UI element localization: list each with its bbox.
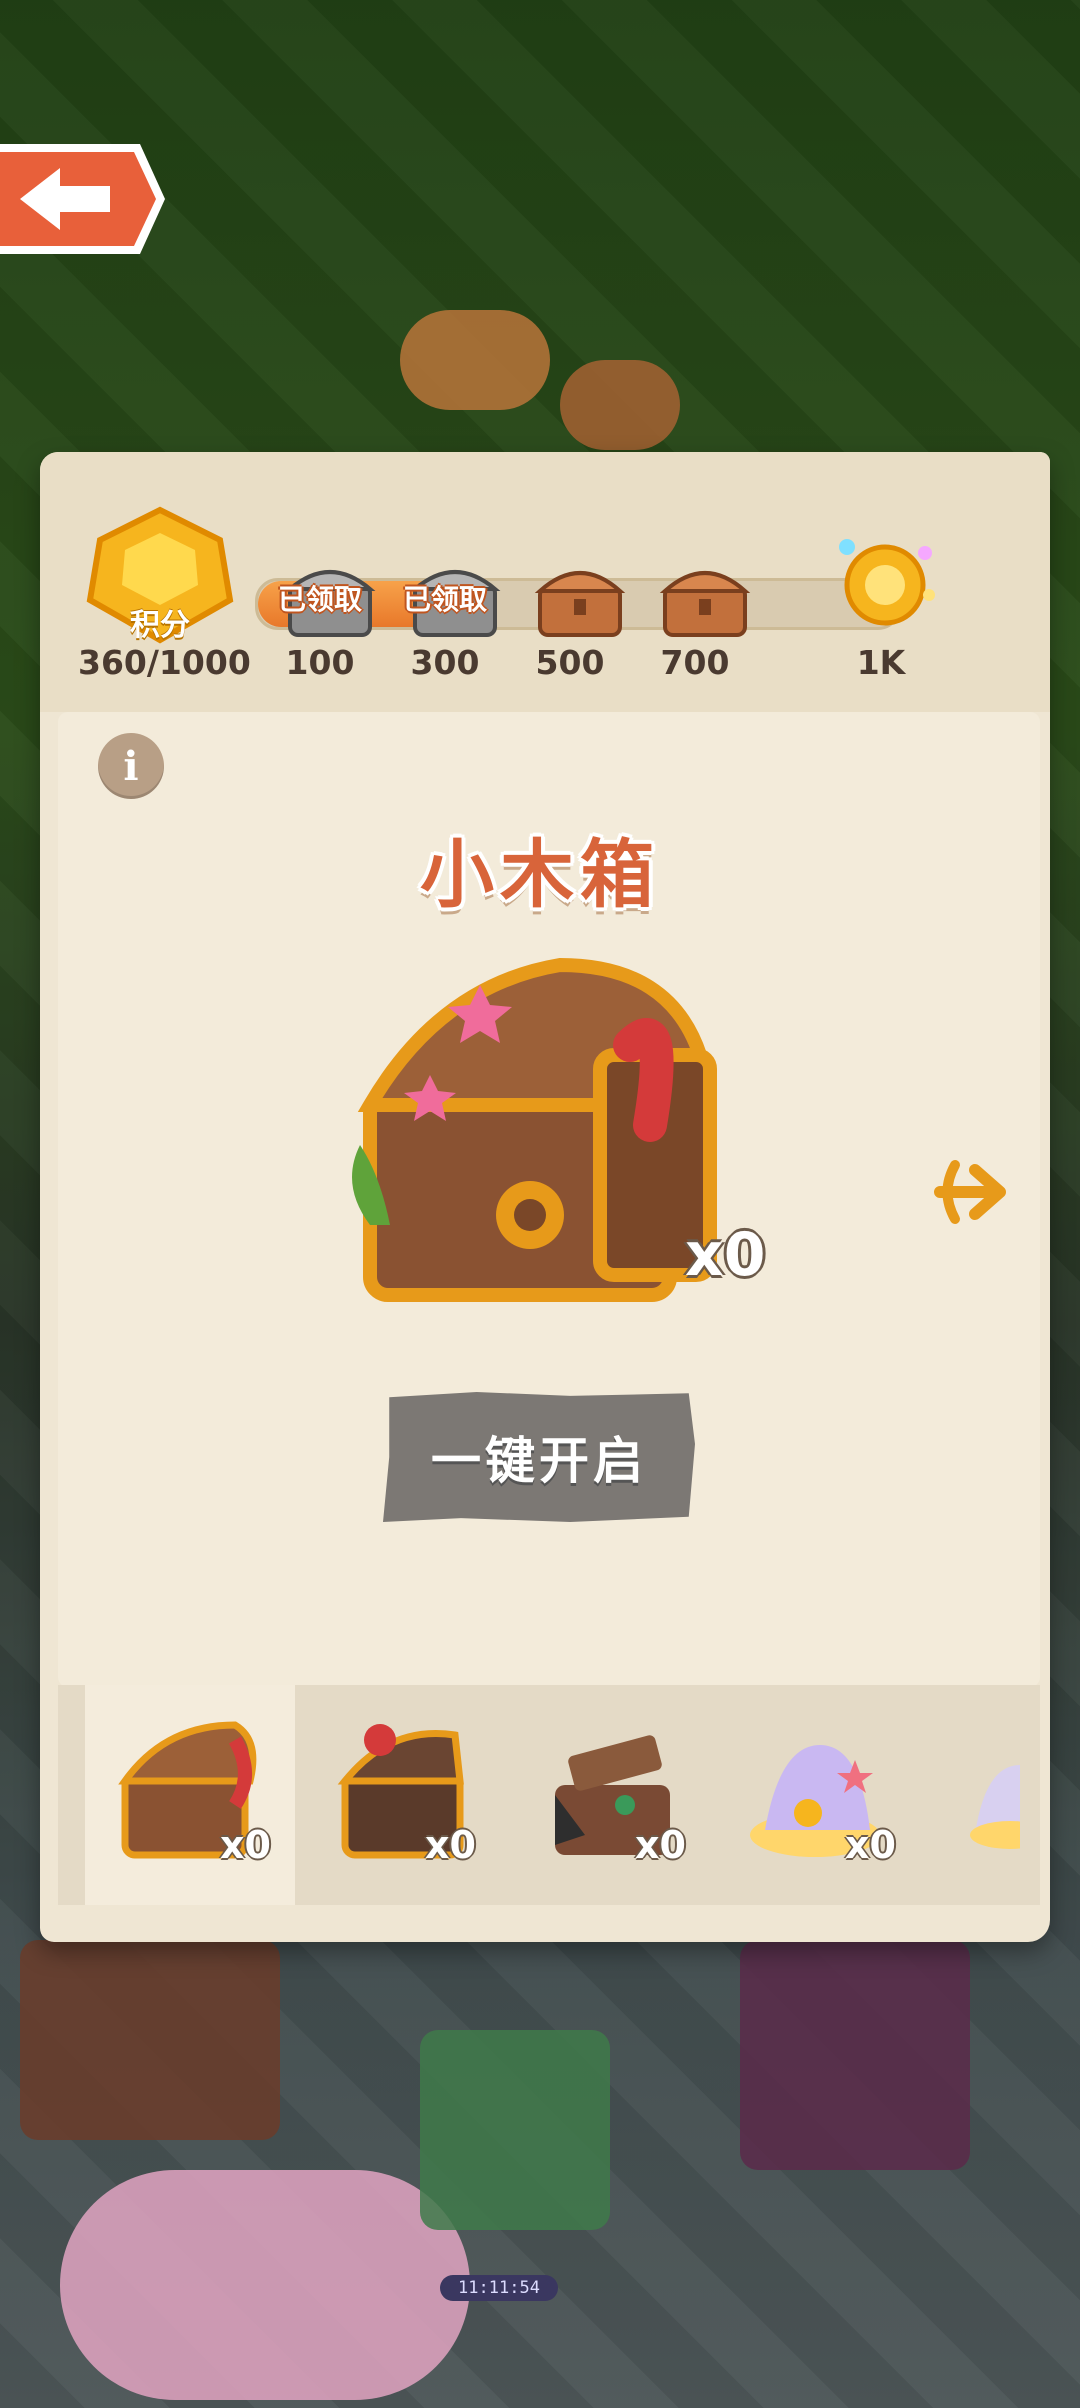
claimed-tag-100: 已领取	[277, 583, 362, 616]
bread-basket	[400, 310, 550, 410]
milestone-value-700: 700	[660, 643, 730, 682]
info-icon: i	[123, 742, 139, 790]
milestone-chest-700[interactable]	[655, 555, 755, 645]
pirate-chest-icon	[555, 1735, 670, 1855]
bronze-chest-icon	[534, 571, 626, 637]
score-label: 积分	[130, 608, 190, 643]
milestone-chest-500[interactable]	[530, 555, 630, 645]
bread-basket-2	[560, 360, 680, 450]
next-chest-button[interactable]	[925, 1145, 1020, 1240]
back-button[interactable]	[0, 140, 165, 258]
milestone-value-300: 300	[410, 643, 480, 682]
tab-dark-chest[interactable]: x0	[300, 1685, 510, 1905]
tab-pirate-chest[interactable]: x0	[510, 1685, 720, 1905]
anchor-arrow-icon	[934, 1160, 1006, 1224]
milestone-reward-1k[interactable]	[825, 525, 945, 635]
tab-partial-chest[interactable]	[930, 1685, 1020, 1905]
gold-shell-icon	[839, 539, 935, 626]
score-value: 360/1000	[78, 643, 251, 682]
wooden-chest-icon	[118, 1721, 257, 1859]
milestone-value-1k: 1K	[856, 643, 906, 682]
market-stall	[420, 2030, 610, 2230]
claimed-tag-300: 已领取	[402, 583, 487, 616]
partial-chest-icon	[970, 1765, 1020, 1849]
tab-count: x0	[845, 1823, 896, 1867]
tab-count: x0	[425, 1823, 476, 1867]
timer-badge: 11:11:54	[440, 2275, 558, 2301]
tab-count: x0	[220, 1823, 271, 1867]
shop-stall-left	[20, 1940, 280, 2140]
milestone-value-500: 500	[535, 643, 605, 682]
tab-wooden-chest[interactable]: x0	[85, 1685, 295, 1905]
cherry-tree	[60, 2170, 470, 2400]
chest-title: 小木箱	[420, 832, 660, 918]
tab-shell-chest[interactable]: x0	[720, 1685, 930, 1905]
info-button[interactable]: i	[98, 733, 164, 799]
bronze-chest-icon	[659, 571, 751, 637]
open-all-button[interactable]: 一键开启	[383, 1392, 695, 1522]
dark-chest-icon	[337, 1724, 464, 1859]
tab-count: x0	[635, 1823, 686, 1867]
chest-count: x0	[685, 1220, 766, 1290]
milestone-value-100: 100	[285, 643, 355, 682]
back-arrow-icon	[0, 144, 165, 254]
vending-machine	[740, 1940, 970, 2170]
shell-chest-icon	[750, 1745, 880, 1857]
